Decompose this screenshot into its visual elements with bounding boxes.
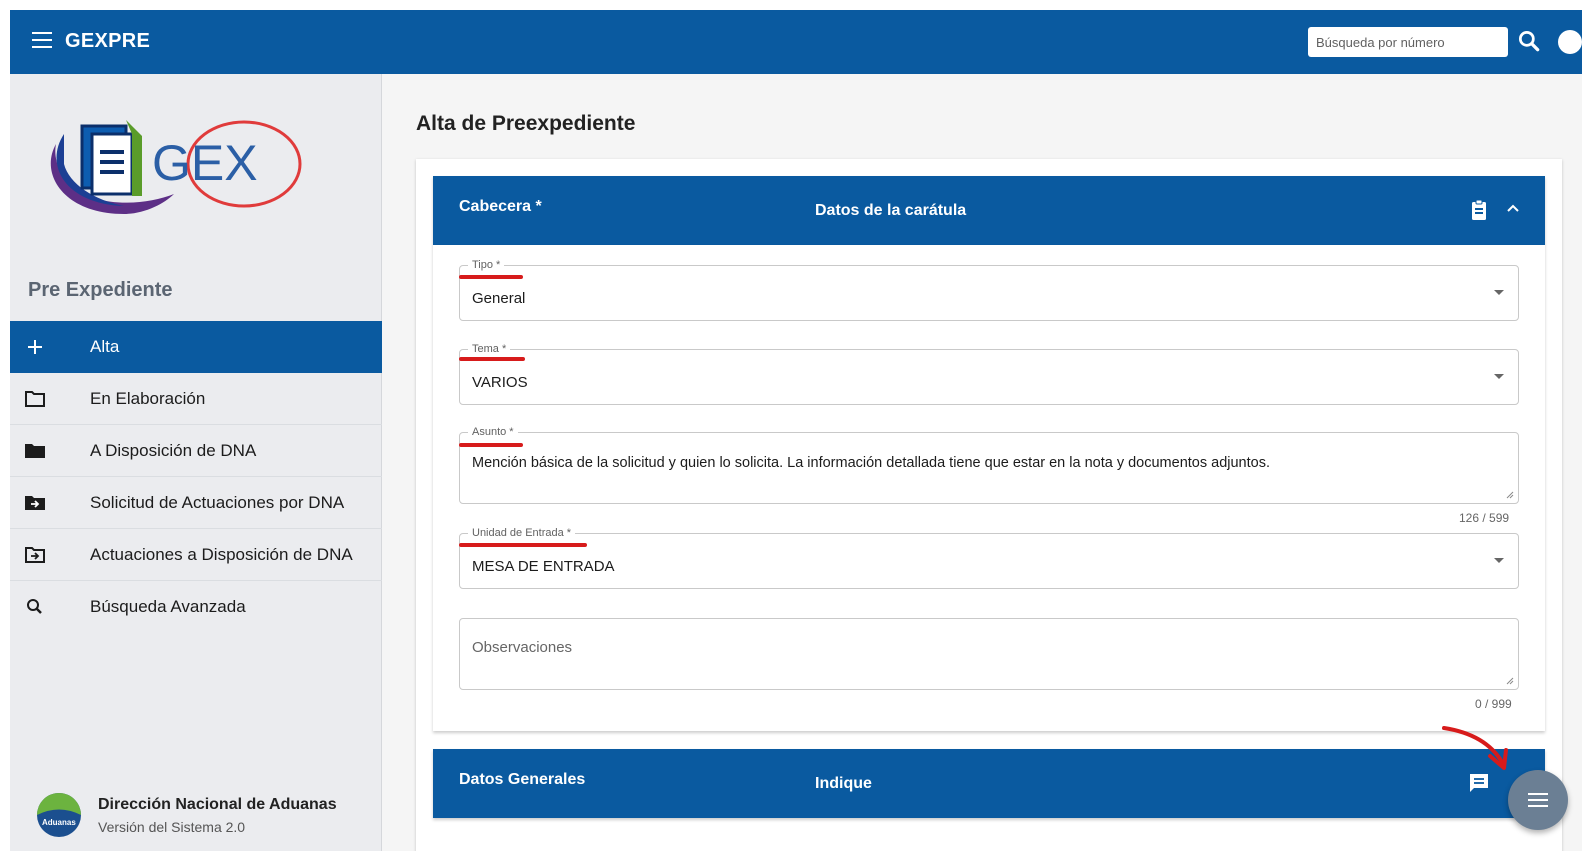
field-label: Unidad de Entrada * <box>468 527 576 539</box>
dropdown-arrow-icon <box>1494 558 1504 563</box>
annotation-underline <box>459 443 523 447</box>
annotation-underline <box>459 275 523 279</box>
chevron-up-icon[interactable] <box>1505 201 1521 217</box>
sidebar-nav: Alta En Elaboración A Disposición de DNA… <box>10 321 382 633</box>
search-input[interactable] <box>1308 27 1508 57</box>
hamburger-menu-icon[interactable] <box>32 32 52 48</box>
organization-name: Dirección Nacional de Aduanas <box>98 796 337 813</box>
search-icon <box>27 599 42 614</box>
sidebar-item-label: A Disposición de DNA <box>90 440 257 460</box>
observaciones-counter: 0 / 999 <box>1475 697 1512 711</box>
dropdown-arrow-icon <box>1494 374 1504 379</box>
page-title: Alta de Preexpediente <box>416 112 636 135</box>
sidebar-item-busqueda-avanzada[interactable]: Búsqueda Avanzada <box>10 581 382 633</box>
panel-title: Datos Generales <box>459 771 586 788</box>
field-placeholder: Observaciones <box>472 639 573 656</box>
tema-select[interactable]: Tema * VARIOS <box>459 343 1519 405</box>
field-value: Mención básica de la solicitud y quien l… <box>472 455 1270 471</box>
sidebar-item-alta[interactable]: Alta <box>10 321 382 373</box>
panel-description: Datos de la carátula <box>815 202 967 219</box>
annotation-underline <box>459 543 587 547</box>
sidebar-item-label: Actuaciones a Disposición de DNA <box>90 544 353 564</box>
general-data-panel[interactable]: Datos Generales Indique <box>433 749 1545 818</box>
sidebar-item-a-disposicion[interactable]: A Disposición de DNA <box>10 425 382 477</box>
observaciones-textarea[interactable]: Observaciones <box>459 618 1519 690</box>
sidebar-item-label: Búsqueda Avanzada <box>90 597 246 616</box>
sidebar-item-solicitud-actuaciones[interactable]: Solicitud de Actuaciones por DNA <box>10 477 382 529</box>
sidebar-item-actuaciones-disposicion[interactable]: Actuaciones a Disposición de DNA <box>10 529 382 581</box>
section-title: Pre Expediente <box>28 279 173 301</box>
account-icon[interactable] <box>1558 30 1582 54</box>
logo-text: GEX <box>152 135 258 191</box>
app-window: GEXPRE GEX Pre Expediente Alta <box>10 10 1582 851</box>
dropdown-arrow-icon <box>1494 290 1504 295</box>
sidebar: GEX Pre Expediente Alta En Elaboración A… <box>10 74 382 851</box>
form-card: Cabecera * Datos de la carátula Tipo * G… <box>416 159 1562 851</box>
app-title: GEXPRE <box>65 30 151 52</box>
annotation-arrow <box>1442 726 1508 770</box>
search-icon[interactable] <box>1516 28 1542 54</box>
plus-icon <box>28 340 42 354</box>
gex-logo: GEX <box>50 120 302 214</box>
svg-text:Aduanas: Aduanas <box>42 818 76 827</box>
sidebar-item-label: En Elaboración <box>90 388 206 408</box>
field-value: General <box>472 290 526 307</box>
system-version: Versión del Sistema 2.0 <box>98 819 246 835</box>
folder-move-outline-icon <box>25 547 45 563</box>
clipboard-icon <box>1472 199 1486 220</box>
sidebar-item-en-elaboracion[interactable]: En Elaboración <box>10 373 382 425</box>
organization-footer: Aduanas Dirección Nacional de Aduanas Ve… <box>36 792 376 842</box>
floating-menu-button[interactable] <box>1508 770 1568 830</box>
field-label: Tema * <box>468 343 511 355</box>
resize-handle-icon[interactable] <box>1506 677 1514 685</box>
field-label: Asunto * <box>468 426 518 438</box>
panel-title: Cabecera * <box>459 198 542 215</box>
tipo-select[interactable]: Tipo * General <box>459 259 1519 321</box>
panel-description: Indique <box>815 775 872 792</box>
unidad-entrada-select[interactable]: Unidad de Entrada * MESA DE ENTRADA <box>459 527 1519 589</box>
resize-handle-icon[interactable] <box>1506 491 1514 499</box>
folder-icon <box>25 444 45 458</box>
folder-move-icon <box>25 496 45 510</box>
aduanas-logo: Aduanas <box>37 793 81 837</box>
field-value: MESA DE ENTRADA <box>472 558 615 575</box>
folder-outline-icon <box>25 391 45 407</box>
header-panel[interactable]: Cabecera * Datos de la carátula <box>433 176 1545 245</box>
sidebar-item-label: Solicitud de Actuaciones por DNA <box>90 492 345 512</box>
asunto-textarea[interactable]: Asunto * Mención básica de la solicitud … <box>459 426 1519 504</box>
header-panel-body: Tipo * General Tema * VARIOS Asunto * Me… <box>433 245 1545 731</box>
asunto-counter: 126 / 599 <box>1459 511 1510 525</box>
field-value: VARIOS <box>472 374 528 391</box>
sidebar-item-label: Alta <box>90 337 120 356</box>
annotation-underline <box>459 357 525 361</box>
field-label: Tipo * <box>468 259 505 271</box>
top-app-bar: GEXPRE <box>10 10 1582 74</box>
